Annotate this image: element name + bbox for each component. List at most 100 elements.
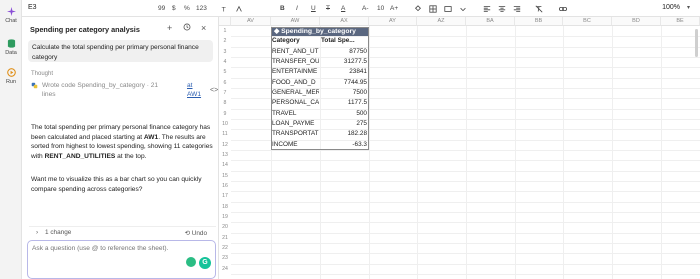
grammarly-icon[interactable]: G [199, 257, 211, 269]
align-center-icon [498, 5, 506, 12]
row-header[interactable]: 24 [219, 264, 231, 274]
assistant-answer: The total spending per primary personal … [31, 123, 215, 161]
row-header[interactable]: 7 [219, 88, 231, 98]
rail-data[interactable]: Data [0, 39, 22, 56]
rail-chat-label: Chat [5, 18, 17, 24]
chat-input[interactable] [32, 245, 202, 252]
history-icon[interactable] [183, 23, 191, 33]
row-header[interactable]: 1 [219, 26, 231, 36]
column-header[interactable]: BD [612, 17, 661, 26]
row-header[interactable]: 4 [219, 57, 231, 67]
quote-format-button[interactable]: 99 [158, 3, 165, 14]
spreadsheet-grid[interactable]: AV AW AX AY AZ BA BB BC BD BE 1 2 3 4 5 6 7 8 9 10 11 12 13 14 1… [219, 17, 700, 279]
decrease-font-button[interactable]: A- [362, 3, 369, 14]
font-size-value[interactable]: 10 [377, 3, 384, 14]
chat-input-box[interactable]: G [27, 240, 216, 279]
column-header[interactable]: BE [661, 17, 700, 26]
increase-font-button[interactable]: A+ [390, 3, 398, 14]
align-right-icon [513, 5, 521, 12]
row-header[interactable]: 13 [219, 150, 231, 160]
play-circle-icon [6, 68, 16, 77]
row-header[interactable]: 8 [219, 98, 231, 108]
column-header[interactable]: BC [563, 17, 612, 26]
grid-line [369, 26, 370, 279]
merge-button[interactable] [444, 3, 452, 14]
percent-format-button[interactable]: % [184, 3, 190, 14]
grid-line [563, 26, 564, 279]
column-header[interactable]: AX [320, 17, 369, 26]
answer-top-category: RENT_AND_UTILITIES [44, 152, 116, 160]
table-border [271, 27, 369, 150]
fill-color-button[interactable] [414, 3, 422, 14]
row-header[interactable]: 9 [219, 109, 231, 119]
column-header[interactable]: BB [515, 17, 563, 26]
bold-button[interactable]: B [280, 3, 285, 14]
tool-call-link[interactable]: at AW1 [187, 81, 207, 99]
row-header[interactable]: 2 [219, 36, 231, 46]
svg-text:T: T [221, 5, 226, 13]
paint-icon [236, 5, 242, 12]
row-header[interactable]: 14 [219, 160, 231, 170]
font-select[interactable]: T [221, 3, 229, 14]
cell-reference[interactable]: E3 [28, 4, 37, 11]
font-color-button[interactable] [235, 3, 243, 14]
column-header[interactable]: AW [271, 17, 320, 26]
left-rail: Chat Data Run [0, 0, 22, 279]
vertical-scrollbar[interactable] [695, 29, 698, 57]
format-more-button[interactable] [459, 3, 467, 14]
row-header[interactable]: 18 [219, 202, 231, 212]
row-header[interactable]: 21 [219, 233, 231, 243]
row-header[interactable]: 17 [219, 191, 231, 201]
row-header[interactable]: 6 [219, 78, 231, 88]
rail-run-label: Run [5, 79, 17, 85]
close-icon[interactable]: × [201, 23, 206, 33]
tool-call-text: Wrote code Spending_by_category · 21 lin… [42, 82, 159, 98]
align-left-button[interactable] [483, 3, 491, 14]
row-header[interactable]: 15 [219, 171, 231, 181]
row-header[interactable]: 3 [219, 47, 231, 57]
new-chat-icon[interactable]: + [167, 23, 172, 33]
row-header[interactable]: 20 [219, 222, 231, 232]
text-color-button[interactable]: A [341, 3, 345, 14]
changes-count[interactable]: 1 change [45, 229, 71, 236]
italic-button[interactable]: I [296, 3, 298, 14]
user-message: Calculate the total spending per primary… [28, 40, 213, 62]
underline-button[interactable]: U [311, 3, 316, 14]
column-header[interactable]: AV [231, 17, 271, 26]
row-header[interactable]: 11 [219, 129, 231, 139]
zoom-level[interactable]: 100% [662, 4, 680, 11]
grid-corner[interactable] [219, 17, 231, 26]
row-header[interactable]: 19 [219, 212, 231, 222]
undo-button[interactable]: ⟲ Undo [185, 229, 207, 237]
row-header[interactable]: 5 [219, 67, 231, 77]
toolbar: E3 99 $ % 123 T B I U T A A- 10 A+ 100% … [22, 0, 700, 17]
changes-bar[interactable]: › 1 change ⟲ Undo [29, 226, 216, 237]
rail-run[interactable]: Run [0, 68, 22, 85]
panel-title: Spending per category analysis [30, 25, 140, 34]
code-icon[interactable]: <> [210, 86, 218, 95]
align-left-icon [483, 5, 491, 12]
currency-format-button[interactable]: $ [172, 3, 176, 14]
strikethrough-button[interactable]: T [326, 3, 330, 14]
python-icon [31, 82, 38, 89]
row-header[interactable]: 16 [219, 181, 231, 191]
column-header[interactable]: BA [466, 17, 515, 26]
merge-icon [444, 5, 452, 12]
thought-label[interactable]: Thought [31, 71, 53, 77]
rail-chat[interactable]: Chat [0, 7, 22, 24]
borders-button[interactable] [429, 3, 437, 14]
chevron-right-icon[interactable]: › [36, 229, 38, 236]
row-header[interactable]: 23 [219, 253, 231, 263]
row-header[interactable]: 10 [219, 119, 231, 129]
column-header[interactable]: AY [369, 17, 417, 26]
row-header[interactable]: 12 [219, 140, 231, 150]
decimal-format-button[interactable]: 123 [196, 3, 207, 14]
row-header[interactable]: 22 [219, 243, 231, 253]
clear-format-button[interactable] [535, 3, 543, 14]
chevron-down-icon[interactable]: ▾ [687, 4, 690, 11]
align-center-button[interactable] [498, 3, 506, 14]
column-header[interactable]: AZ [417, 17, 466, 26]
align-right-button[interactable] [513, 3, 521, 14]
font-icon: T [221, 5, 226, 13]
link-button[interactable] [559, 3, 567, 14]
